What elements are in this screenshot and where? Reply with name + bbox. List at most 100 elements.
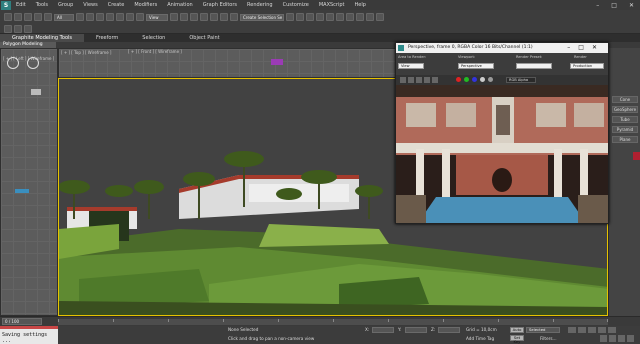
select-object-icon[interactable]	[76, 13, 84, 21]
previous-frame-icon[interactable]	[578, 327, 586, 333]
maximize-icon[interactable]: □	[611, 2, 617, 9]
object-color-swatch[interactable]	[633, 152, 640, 160]
key-selection-dropdown[interactable]: Selected	[526, 327, 560, 333]
edit-named-selection-icon[interactable]	[230, 13, 238, 21]
viewport-label-front[interactable]: [ + ] [ Front ] [ Wireframe ]	[128, 49, 182, 54]
tab-graphite-modeling-tools[interactable]: Graphite Modeling Tools	[0, 34, 85, 42]
pivot-center-icon[interactable]	[170, 13, 178, 21]
alpha-channel-icon[interactable]	[480, 77, 485, 82]
scale-icon[interactable]	[136, 13, 144, 21]
key-filters-button[interactable]: Filters...	[540, 336, 557, 341]
create-tube-button[interactable]: Tube	[612, 116, 638, 123]
save-image-icon[interactable]	[400, 77, 406, 83]
angle-snap-icon[interactable]	[200, 13, 208, 21]
menu-help[interactable]: Help	[355, 2, 366, 8]
create-cone-button[interactable]: Cone	[612, 96, 638, 103]
layer-select-icon[interactable]	[24, 25, 32, 33]
go-to-end-icon[interactable]	[608, 327, 616, 333]
schematic-view-icon[interactable]	[336, 13, 344, 21]
undo-icon[interactable]	[4, 13, 12, 21]
add-time-tag[interactable]: Add Time Tag	[466, 336, 494, 341]
select-by-name-icon[interactable]	[86, 13, 94, 21]
viewport-left[interactable]: [ + ] [ Left ] [ Wireframe ]	[0, 48, 58, 316]
render-window-controls[interactable]: –□✕	[567, 43, 605, 53]
app-icon[interactable]: S	[1, 0, 11, 10]
unlink-icon[interactable]	[34, 13, 42, 21]
menu-views[interactable]: Views	[83, 2, 97, 8]
graphite-toggle-icon[interactable]	[316, 13, 324, 21]
zoom-extents-icon[interactable]	[609, 335, 616, 342]
menu-customize[interactable]: Customize	[283, 2, 309, 8]
tab-freeform[interactable]: Freeform	[84, 34, 130, 42]
menu-rendering[interactable]: Rendering	[247, 2, 273, 8]
rendered-frame-window-icon[interactable]	[366, 13, 374, 21]
display-channel-dropdown[interactable]: RGB Alpha	[506, 77, 536, 83]
selection-filter-dropdown[interactable]: All	[54, 13, 74, 21]
create-geosphere-button[interactable]: GeoSphere	[612, 106, 638, 113]
select-manipulate-icon[interactable]	[180, 13, 188, 21]
green-channel-icon[interactable]	[464, 77, 469, 82]
render-setup-icon[interactable]	[356, 13, 364, 21]
zoom-icon[interactable]	[600, 335, 607, 342]
play-icon[interactable]	[588, 327, 596, 333]
clear-image-icon[interactable]	[432, 77, 438, 83]
redo-icon[interactable]	[14, 13, 22, 21]
layer-manager-icon[interactable]	[306, 13, 314, 21]
bind-space-warp-icon[interactable]	[44, 13, 52, 21]
viewport-dropdown[interactable]: Perspective	[458, 63, 494, 69]
window-crossing-icon[interactable]	[106, 13, 114, 21]
menu-edit[interactable]: Edit	[16, 2, 26, 8]
percent-snap-icon[interactable]	[210, 13, 218, 21]
menu-modifiers[interactable]: Modifiers	[134, 2, 157, 8]
x-coord-field[interactable]	[372, 327, 394, 333]
layer-icon[interactable]	[4, 25, 12, 33]
time-slider[interactable]: 0 / 100	[2, 318, 42, 325]
menu-maxscript[interactable]: MAXScript	[319, 2, 345, 8]
red-channel-icon[interactable]	[456, 77, 461, 82]
area-to-render-dropdown[interactable]: View	[398, 63, 424, 69]
render-preset-dropdown[interactable]	[516, 63, 552, 69]
minimize-icon[interactable]: –	[596, 2, 599, 9]
mirror-icon[interactable]	[286, 13, 294, 21]
next-frame-icon[interactable]	[598, 327, 606, 333]
viewcube-icon[interactable]	[7, 57, 19, 69]
monochrome-icon[interactable]	[488, 77, 493, 82]
snaps-toggle-icon[interactable]	[190, 13, 198, 21]
menu-animation[interactable]: Animation	[167, 2, 193, 8]
set-key-button[interactable]: Set Key	[510, 335, 524, 344]
menu-group[interactable]: Group	[58, 2, 73, 8]
timeline[interactable]: 0 / 100	[0, 316, 640, 326]
z-coord-field[interactable]	[438, 327, 460, 333]
render-production-icon[interactable]	[376, 13, 384, 21]
steering-wheel-icon[interactable]	[27, 57, 39, 69]
selection-region-icon[interactable]	[96, 13, 104, 21]
rotate-icon[interactable]	[126, 13, 134, 21]
go-to-start-icon[interactable]	[568, 327, 576, 333]
create-plane-button[interactable]: Plane	[612, 136, 638, 143]
timeline-track[interactable]	[58, 319, 608, 325]
curve-editor-icon[interactable]	[326, 13, 334, 21]
reference-coord-dropdown[interactable]: View	[146, 13, 168, 21]
print-image-icon[interactable]	[424, 77, 430, 83]
auto-key-button[interactable]: Auto	[510, 327, 524, 333]
copy-image-icon[interactable]	[408, 77, 414, 83]
create-pyramid-button[interactable]: Pyramid	[612, 126, 638, 133]
pan-icon[interactable]	[618, 335, 625, 342]
blue-channel-icon[interactable]	[472, 77, 477, 82]
material-editor-icon[interactable]	[346, 13, 354, 21]
layer-add-icon[interactable]	[14, 25, 22, 33]
render-button[interactable]: Render	[574, 55, 587, 59]
named-selection-dropdown[interactable]: Create Selection Se	[240, 13, 284, 21]
move-icon[interactable]	[116, 13, 124, 21]
menu-create[interactable]: Create	[108, 2, 125, 8]
production-dropdown[interactable]: Production	[570, 63, 604, 69]
align-icon[interactable]	[296, 13, 304, 21]
maxscript-listener[interactable]: Saving settings ...	[0, 326, 58, 344]
close-icon[interactable]: ✕	[629, 2, 634, 9]
link-icon[interactable]	[24, 13, 32, 21]
menu-graph-editors[interactable]: Graph Editors	[203, 2, 237, 8]
orbit-icon[interactable]	[627, 335, 634, 342]
spinner-snap-icon[interactable]	[220, 13, 228, 21]
tab-object-paint[interactable]: Object Paint	[177, 34, 231, 42]
clone-window-icon[interactable]	[416, 77, 422, 83]
